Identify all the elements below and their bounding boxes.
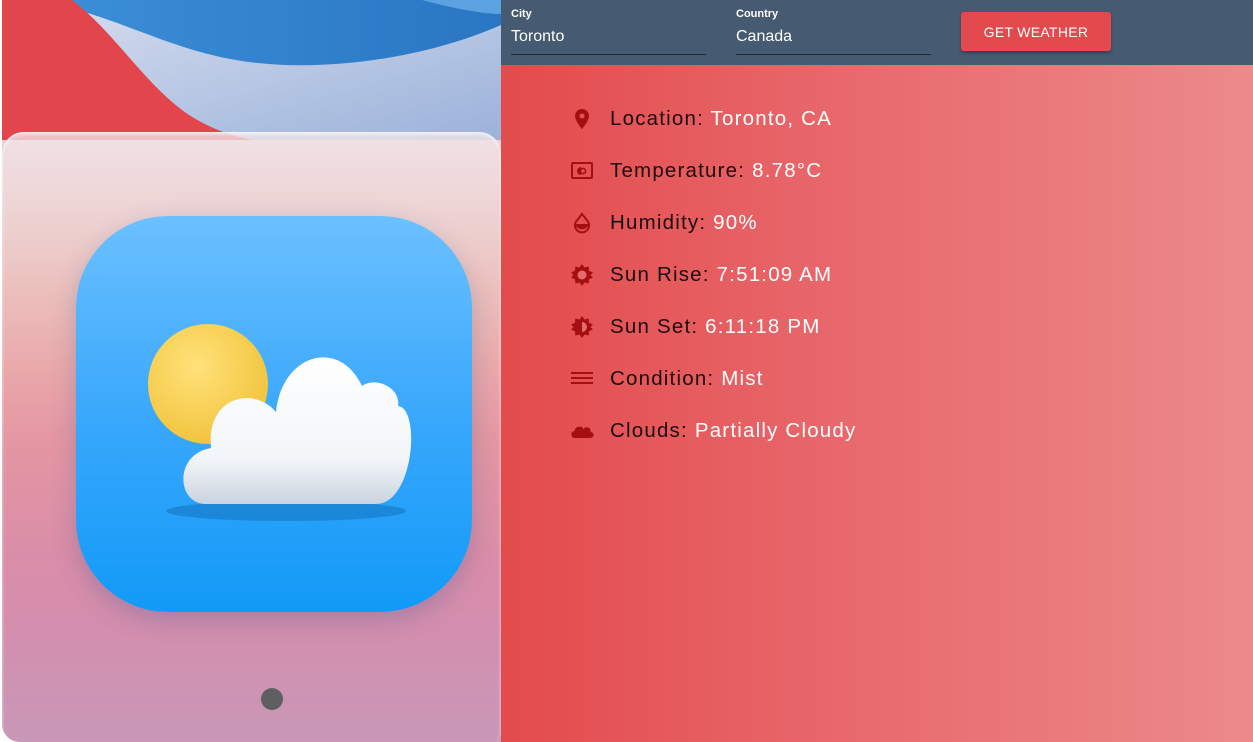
sun-icon [569, 262, 595, 288]
clouds-value: Partially Cloudy [694, 419, 857, 442]
location-value: Toronto, CA [710, 107, 832, 130]
weather-panel: City Country GET WEATHER Location: Toron… [501, 0, 1253, 742]
humidity-value: 90% [713, 211, 758, 234]
condition-row: Condition: Mist [569, 364, 856, 416]
temperature-value: 8.78°C [752, 159, 823, 182]
weather-illustration [2, 0, 501, 742]
temperature-row: Temperature: 8.78°C [569, 156, 856, 208]
country-field: Country [736, 0, 931, 55]
country-label: Country [736, 8, 779, 20]
sun-half-icon [569, 314, 595, 340]
water-drop-icon [569, 210, 595, 236]
search-toolbar: City Country GET WEATHER [501, 0, 1253, 65]
country-input[interactable] [736, 26, 931, 48]
weather-app-icon [76, 216, 472, 612]
city-input[interactable] [511, 26, 706, 48]
menu-lines-icon [569, 366, 595, 392]
weather-details: Location: Toronto, CA Temperature: 8.78°… [569, 104, 856, 468]
location-label: Location: [610, 107, 705, 130]
sunrise-label: Sun Rise: [610, 263, 710, 286]
sunset-row: Sun Set: 6:11:18 PM [569, 312, 856, 364]
city-field: City [511, 0, 706, 55]
page-indicator-dot[interactable] [261, 688, 283, 710]
city-label: City [511, 8, 532, 20]
sunrise-row: Sun Rise: 7:51:09 AM [569, 260, 856, 312]
get-weather-button[interactable]: GET WEATHER [961, 12, 1111, 51]
condition-value: Mist [721, 367, 764, 390]
sunset-label: Sun Set: [610, 315, 699, 338]
temperature-label: Temperature: [610, 159, 746, 182]
condition-label: Condition: [610, 367, 715, 390]
sunset-value: 6:11:18 PM [705, 315, 821, 338]
cloud-icon [569, 418, 595, 444]
clouds-row: Clouds: Partially Cloudy [569, 416, 856, 468]
humidity-row: Humidity: 90% [569, 208, 856, 260]
sunrise-value: 7:51:09 AM [716, 263, 833, 286]
clouds-label: Clouds: [610, 419, 688, 442]
thermostat-icon [569, 158, 595, 184]
location-pin-icon [569, 106, 595, 132]
humidity-label: Humidity: [610, 211, 707, 234]
location-row: Location: Toronto, CA [569, 104, 856, 156]
